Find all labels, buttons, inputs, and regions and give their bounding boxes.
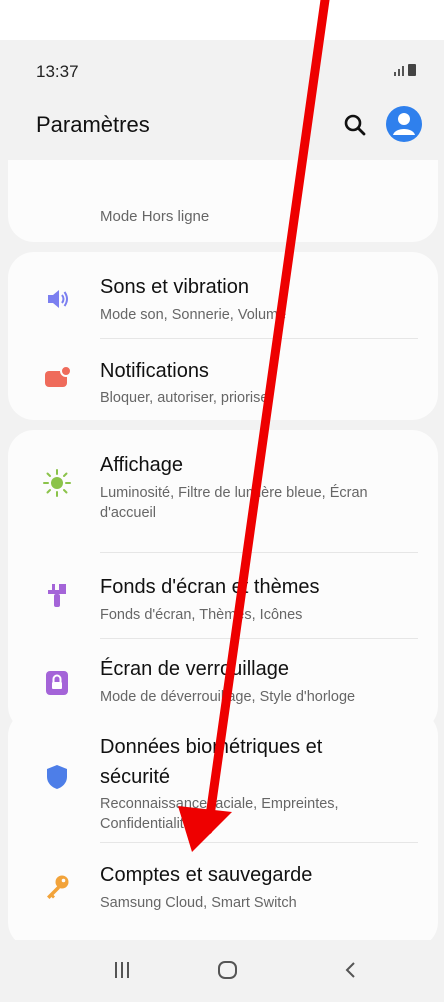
back-icon bbox=[345, 962, 355, 978]
settings-item-title: Sons et vibration bbox=[100, 276, 249, 298]
settings-item-wallpapers-themes[interactable]: Fonds d'écran et thèmes Fonds d'écran, T… bbox=[8, 552, 438, 638]
settings-item-notifications[interactable]: Notifications Bloquer, autoriser, priori… bbox=[8, 338, 438, 420]
header: Paramètres bbox=[0, 102, 444, 158]
notifications-icon bbox=[45, 365, 72, 387]
status-icons bbox=[394, 64, 416, 76]
settings-card-display: Affichage Luminosité, Filtre de lumière … bbox=[8, 430, 438, 732]
settings-screen: 13:37 Paramètres Mode Hors ligne Sons et… bbox=[0, 40, 444, 1002]
settings-item-subtitle: Mode Hors ligne bbox=[100, 208, 210, 225]
settings-card-connections: Mode Hors ligne bbox=[8, 160, 438, 242]
subtitle-line: Luminosité, Filtre de lumière bleue, Écr… bbox=[100, 485, 368, 501]
home-icon bbox=[218, 961, 237, 979]
volume-icon bbox=[48, 290, 68, 308]
recent-apps-icon bbox=[115, 962, 129, 978]
status-time: 13:37 bbox=[36, 62, 79, 81]
settings-item-display[interactable]: Affichage Luminosité, Filtre de lumière … bbox=[8, 430, 438, 552]
settings-item-subtitle: Reconnaissance faciale, Empreintes, Conf… bbox=[100, 794, 420, 834]
settings-item-title: Notifications bbox=[100, 360, 209, 382]
subtitle-line: Confidentialité bbox=[100, 816, 192, 832]
settings-card-sounds-notifications: Sons et vibration Mode son, Sonnerie, Vo… bbox=[8, 252, 438, 420]
settings-item-subtitle: Fonds d'écran, Thèmes, Icônes bbox=[100, 607, 303, 623]
settings-item-subtitle: Bloquer, autoriser, prioriser bbox=[100, 390, 274, 406]
settings-item-title: Comptes et sauvegarde bbox=[100, 864, 313, 886]
settings-item-title: Affichage bbox=[100, 454, 184, 476]
home-button[interactable] bbox=[208, 956, 248, 986]
settings-item-accounts-backup[interactable]: Comptes et sauvegarde Samsung Cloud, Sma… bbox=[8, 842, 438, 932]
brightness-icon bbox=[43, 469, 71, 497]
user-icon bbox=[393, 113, 415, 135]
settings-item-subtitle: Mode de déverrouillage, Style d'horloge bbox=[100, 689, 356, 705]
settings-item-connections[interactable]: Mode Hors ligne bbox=[8, 160, 438, 242]
settings-item-subtitle: Mode son, Sonnerie, Volume bbox=[100, 307, 287, 323]
settings-card-security: Données biométriques et sécurité Reconna… bbox=[8, 710, 438, 948]
signal-icon bbox=[394, 64, 404, 76]
settings-item-subtitle: Luminosité, Filtre de lumière bleue, Écr… bbox=[100, 483, 420, 523]
settings-item-title: Fonds d'écran et thèmes bbox=[100, 576, 320, 598]
subtitle-line: Reconnaissance faciale, Empreintes, bbox=[100, 796, 339, 812]
settings-item-title: Données biométriques et sécurité bbox=[100, 732, 322, 792]
search-button[interactable] bbox=[338, 108, 372, 142]
settings-item-title: Écran de verrouillage bbox=[100, 658, 289, 680]
page-title: Paramètres bbox=[36, 112, 150, 137]
subtitle-line: d'accueil bbox=[100, 505, 156, 521]
navigation-bar bbox=[0, 940, 444, 1002]
recent-apps-button[interactable] bbox=[102, 956, 142, 986]
profile-avatar-button[interactable] bbox=[386, 106, 422, 142]
title-line: sécurité bbox=[100, 766, 171, 788]
key-icon bbox=[47, 875, 69, 899]
search-icon bbox=[344, 114, 366, 136]
settings-item-subtitle: Samsung Cloud, Smart Switch bbox=[100, 895, 297, 911]
settings-item-sounds[interactable]: Sons et vibration Mode son, Sonnerie, Vo… bbox=[8, 252, 438, 338]
settings-item-biometrics-security[interactable]: Données biométriques et sécurité Reconna… bbox=[8, 710, 438, 842]
title-line: Données biométriques et bbox=[100, 736, 323, 758]
lock-icon bbox=[46, 671, 68, 695]
back-button[interactable] bbox=[330, 956, 370, 986]
status-bar: 13:37 bbox=[0, 40, 444, 100]
shield-icon bbox=[47, 765, 67, 789]
paintbrush-icon bbox=[48, 584, 66, 607]
battery-icon bbox=[408, 64, 416, 76]
